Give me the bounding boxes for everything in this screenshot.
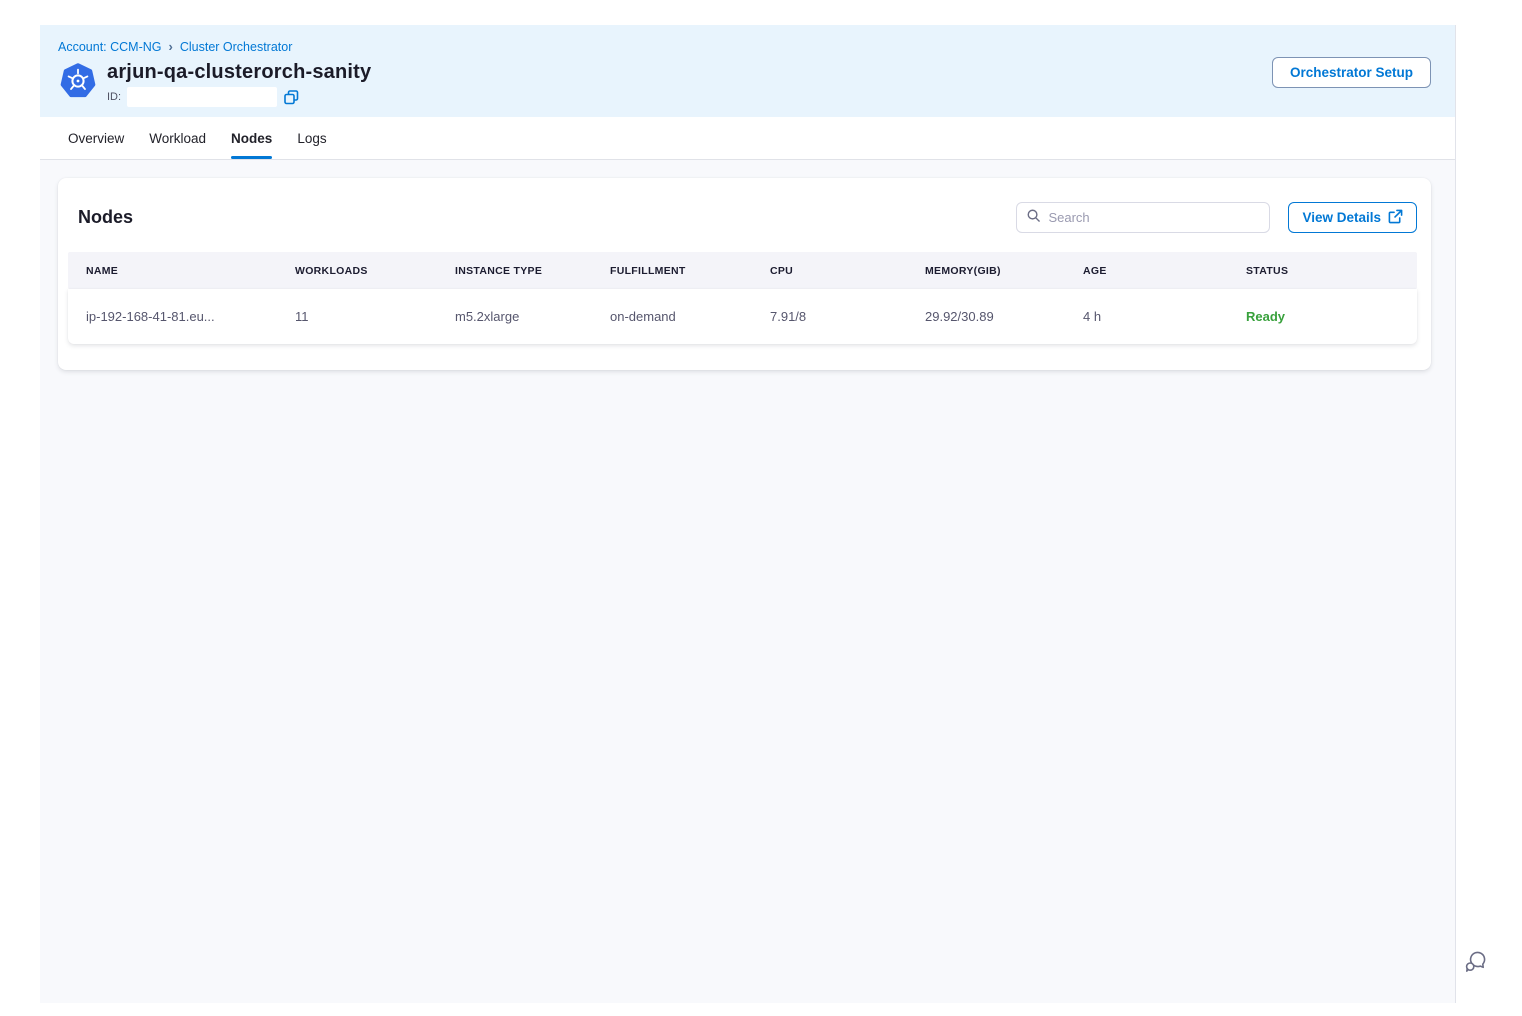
status-badge: Ready (1246, 309, 1417, 324)
cell-cpu: 7.91/8 (770, 309, 925, 324)
cell-instance-type: m5.2xlarge (455, 309, 610, 324)
tab-nodes[interactable]: Nodes (231, 117, 272, 159)
column-header-instance-type: INSTANCE TYPE (455, 265, 610, 277)
tab-bar: Overview Workload Nodes Logs (40, 117, 1455, 160)
id-row: ID: (107, 87, 371, 107)
title-row: arjun-qa-clusterorch-sanity ID: (58, 61, 1431, 107)
breadcrumb-section-link[interactable]: Cluster Orchestrator (180, 40, 293, 54)
column-header-workloads: WORKLOADS (295, 265, 455, 277)
title-block: arjun-qa-clusterorch-sanity ID: (107, 61, 371, 107)
column-header-status: STATUS (1246, 265, 1417, 277)
nodes-panel: Nodes View Details (58, 178, 1431, 370)
column-header-fulfillment: FULFILLMENT (610, 265, 770, 277)
copy-icon[interactable] (283, 89, 300, 106)
nodes-panel-title: Nodes (78, 207, 133, 228)
breadcrumb-account-link[interactable]: Account: CCM-NG (58, 40, 162, 54)
column-header-age: AGE (1083, 265, 1246, 277)
breadcrumb: Account: CCM-NG › Cluster Orchestrator (58, 40, 1431, 54)
search-box[interactable] (1016, 202, 1270, 233)
kubernetes-icon (58, 61, 98, 101)
id-label: ID: (107, 91, 121, 103)
cell-memory: 29.92/30.89 (925, 309, 1083, 324)
view-details-label: View Details (1302, 210, 1381, 225)
search-icon (1026, 208, 1041, 228)
nodes-table: NAME WORKLOADS INSTANCE TYPE FULFILLMENT… (68, 252, 1417, 344)
chevron-right-icon: › (169, 40, 173, 53)
tab-logs[interactable]: Logs (297, 117, 326, 159)
main-content: Nodes View Details (40, 160, 1455, 370)
orchestrator-setup-button[interactable]: Orchestrator Setup (1272, 57, 1431, 88)
table-header-row: NAME WORKLOADS INSTANCE TYPE FULFILLMENT… (68, 252, 1417, 289)
cell-fulfillment: on-demand (610, 309, 770, 324)
cell-workloads: 11 (295, 309, 455, 324)
right-rail (1457, 0, 1522, 1016)
table-row[interactable]: ip-192-168-41-81.eu... 11 m5.2xlarge on-… (68, 289, 1417, 344)
tab-overview[interactable]: Overview (68, 117, 124, 159)
cell-name: ip-192-168-41-81.eu... (86, 309, 295, 324)
id-value-redacted (127, 87, 277, 107)
column-header-memory: MEMORY(GIB) (925, 265, 1083, 277)
search-input[interactable] (1048, 210, 1260, 225)
cell-age: 4 h (1083, 309, 1246, 324)
view-details-button[interactable]: View Details (1288, 202, 1417, 233)
column-header-cpu: CPU (770, 265, 925, 277)
content-column: Account: CCM-NG › Cluster Orchestrator (40, 25, 1456, 1003)
cluster-header: Account: CCM-NG › Cluster Orchestrator (40, 25, 1455, 117)
page-title: arjun-qa-clusterorch-sanity (107, 61, 371, 84)
nodes-panel-header: Nodes View Details (68, 202, 1417, 233)
external-link-icon (1388, 209, 1403, 227)
chat-icon[interactable] (1462, 948, 1488, 974)
column-header-name: NAME (86, 265, 295, 277)
tab-workload[interactable]: Workload (149, 117, 206, 159)
